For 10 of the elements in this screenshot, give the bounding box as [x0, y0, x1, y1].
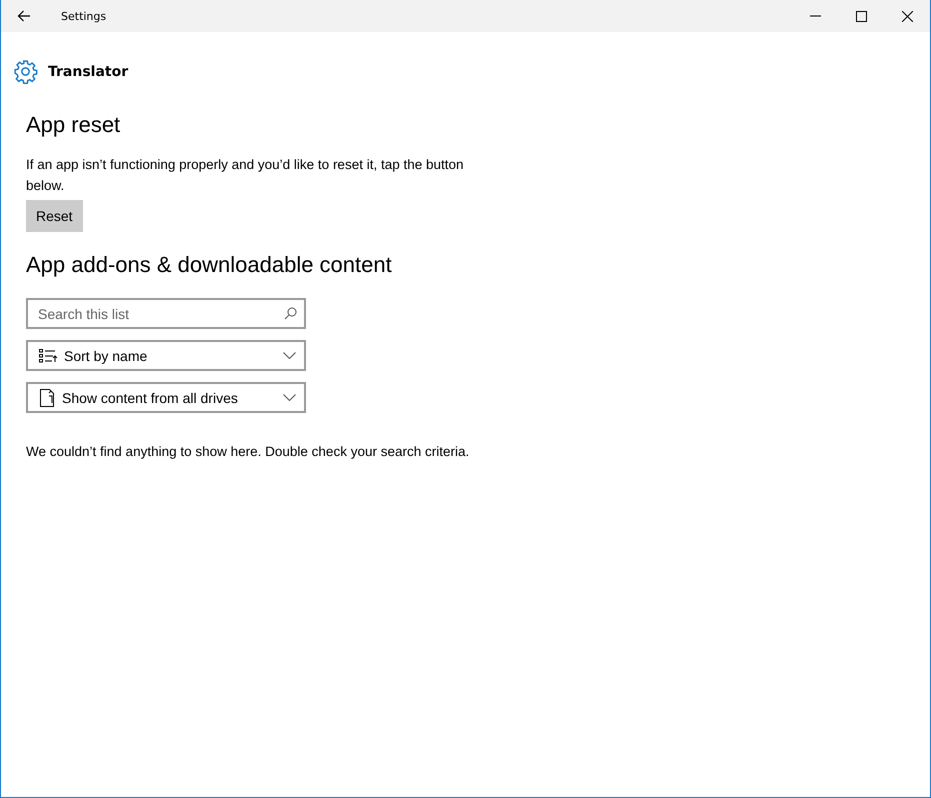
- search-field[interactable]: Search this list: [26, 298, 306, 329]
- empty-message: We couldn’t find anything to show here. Double check your search criteria.: [26, 443, 470, 461]
- app-name: Translator: [48, 64, 128, 80]
- reset-description: If an app isn’t functioning properly and you’d like to reset it, tap the button below.: [26, 156, 465, 195]
- window-title: Settings: [61, 10, 108, 22]
- section-heading: App add-ons & downloadable content: [26, 252, 393, 278]
- dropdown[interactable]: Sort by name: [26, 340, 306, 371]
- reset-button[interactable]: Reset: [26, 200, 83, 232]
- section-heading: App reset: [26, 112, 122, 138]
- dropdown[interactable]: Show content from all drives: [26, 382, 306, 413]
